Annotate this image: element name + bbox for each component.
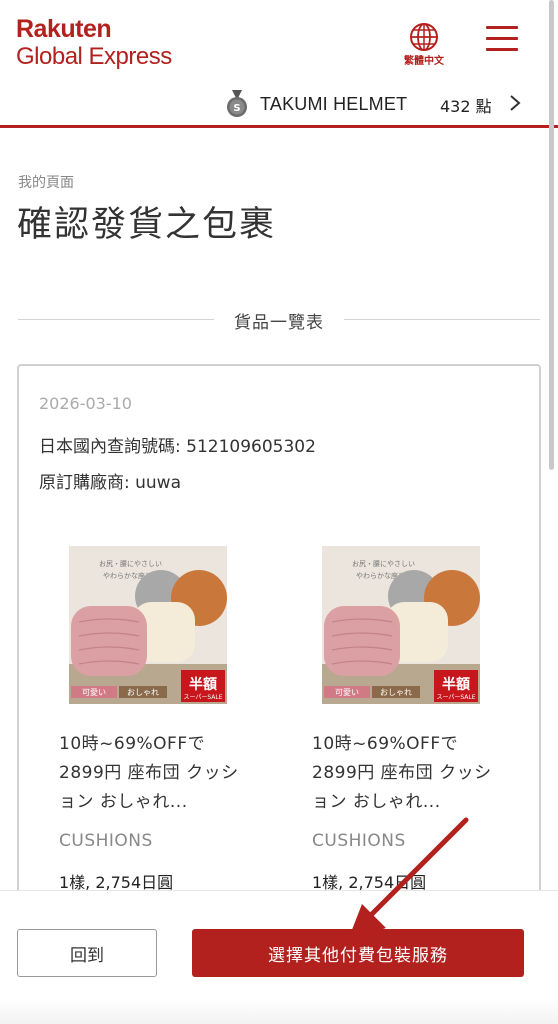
image-tagline-1: お尻・腰にやさしい: [352, 560, 415, 568]
svg-text:S: S: [233, 103, 240, 114]
page-title: 確認發貨之包裹: [17, 205, 277, 245]
rakuten-global-express-logo[interactable]: Rakuten Global Express: [16, 16, 172, 72]
breadcrumb[interactable]: 我的頁面: [18, 172, 74, 192]
language-label: 繁體中文: [404, 56, 444, 67]
logo-line-2: Global Express: [16, 43, 172, 70]
product-name[interactable]: 10時~69%OFFで2899円 座布団 クッション おしゃれ...: [312, 730, 492, 817]
image-badge-2: おしゃれ: [380, 688, 412, 697]
product-category: CUSHIONS: [59, 831, 153, 851]
package-date: 2026-03-10: [39, 394, 132, 413]
vendor-name: 原訂購廠商: uuwa: [39, 473, 182, 493]
medal-icon: S: [227, 90, 247, 117]
divider-right: [344, 319, 540, 320]
points-value[interactable]: 432 點: [440, 93, 492, 117]
scrollbar[interactable]: [549, 0, 554, 470]
divider-left: [18, 319, 214, 320]
image-badge-2: おしゃれ: [127, 688, 159, 697]
image-sale-2: スーパーSALE: [436, 694, 475, 701]
image-sale-1: 半額: [189, 676, 217, 693]
footer-actions: 回到 選擇其他付費包裝服務: [0, 890, 558, 1024]
product-name[interactable]: 10時~69%OFFで2899円 座布団 クッション おしゃれ...: [59, 730, 239, 817]
logo-line-1: Rakuten: [16, 15, 112, 43]
product-item[interactable]: お尻・腰にやさしい やわらかな座り心地 可愛い おしゃれ 半額 スーパーSALE…: [312, 546, 512, 893]
back-button[interactable]: 回到: [17, 929, 157, 977]
image-badge-1: 可愛い: [335, 687, 359, 697]
image-badge-1: 可愛い: [82, 687, 106, 697]
footer-shadow: [0, 1000, 558, 1024]
package-card: 2026-03-10 日本國內查詢號碼: 512109605302 原訂購廠商:…: [17, 364, 541, 924]
image-sale-2: スーパーSALE: [183, 694, 222, 701]
image-tagline-1: お尻・腰にやさしい: [99, 560, 162, 568]
product-item[interactable]: お尻・腰にやさしい やわらかな座り心地 可愛い おしゃれ 半額 スーパーSALE…: [59, 546, 259, 893]
product-image[interactable]: お尻・腰にやさしい やわらかな座り心地 可愛い おしゃれ 半額 スーパーSALE: [69, 546, 227, 704]
tracking-number: 日本國內查詢號碼: 512109605302: [39, 437, 316, 457]
select-packaging-service-button[interactable]: 選擇其他付費包裝服務: [192, 929, 524, 977]
globe-icon: [410, 23, 438, 51]
image-sale-1: 半額: [442, 676, 470, 693]
product-category: CUSHIONS: [312, 831, 406, 851]
chevron-right-icon[interactable]: [508, 94, 522, 112]
user-info[interactable]: S TAKUMI HELMET: [226, 88, 407, 120]
product-image[interactable]: お尻・腰にやさしい やわらかな座り心地 可愛い おしゃれ 半額 スーパーSALE: [322, 546, 480, 704]
language-switcher[interactable]: 繁體中文: [398, 22, 450, 67]
section-title: 貨品一覽表: [234, 313, 324, 333]
user-name: TAKUMI HELMET: [260, 93, 408, 114]
header: Rakuten Global Express 繁體中文 S TAKUMI HEL…: [0, 0, 558, 128]
hamburger-menu-icon[interactable]: [486, 26, 518, 52]
